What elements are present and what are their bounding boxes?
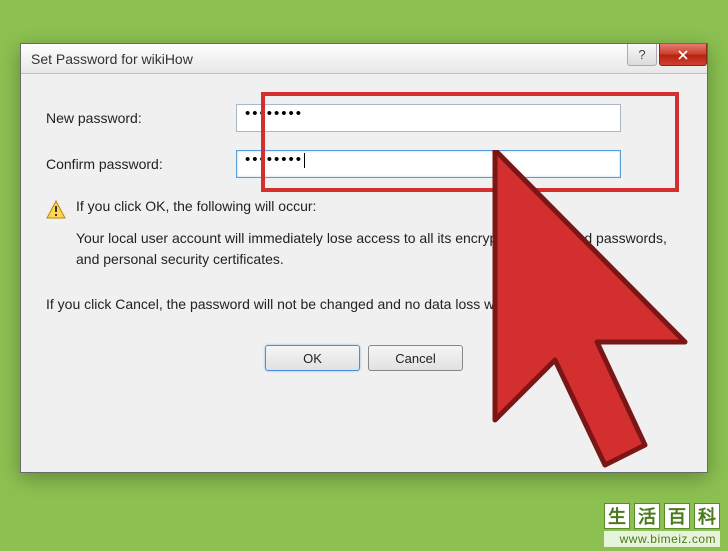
warning-icon bbox=[46, 200, 66, 220]
brand-char-1: 活 bbox=[634, 503, 660, 529]
warning-section: If you click OK, the following will occu… bbox=[46, 198, 682, 315]
close-icon bbox=[678, 50, 688, 60]
warning-cancel-info: If you click Cancel, the password will n… bbox=[46, 294, 682, 315]
watermark: 生 活 百 科 www.bimeiz.com bbox=[604, 503, 720, 547]
titlebar[interactable]: Set Password for wikiHow ? bbox=[21, 44, 707, 74]
new-password-value: •••••••• bbox=[245, 105, 303, 122]
titlebar-buttons: ? bbox=[627, 44, 707, 66]
warning-heading: If you click OK, the following will occu… bbox=[76, 198, 682, 214]
watermark-url: www.bimeiz.com bbox=[604, 531, 720, 547]
new-password-label: New password: bbox=[46, 110, 236, 126]
help-button[interactable]: ? bbox=[627, 44, 657, 66]
brand-char-2: 百 bbox=[664, 503, 690, 529]
confirm-password-label: Confirm password: bbox=[46, 156, 236, 172]
dialog-title: Set Password for wikiHow bbox=[31, 51, 193, 67]
brand-char-3: 科 bbox=[694, 503, 720, 529]
new-password-row: New password: •••••••• bbox=[46, 104, 682, 132]
brand-char-0: 生 bbox=[604, 503, 630, 529]
text-cursor bbox=[304, 153, 305, 168]
password-dialog: Set Password for wikiHow ? New password:… bbox=[20, 43, 708, 473]
button-bar: OK Cancel bbox=[46, 345, 682, 371]
confirm-password-input[interactable]: •••••••• bbox=[236, 150, 621, 178]
cancel-button[interactable]: Cancel bbox=[368, 345, 463, 371]
password-fields-area: New password: •••••••• Confirm password:… bbox=[46, 94, 682, 178]
confirm-password-row: Confirm password: •••••••• bbox=[46, 150, 682, 178]
ok-button-label: OK bbox=[303, 351, 322, 366]
close-button[interactable] bbox=[659, 44, 707, 66]
confirm-password-value: •••••••• bbox=[245, 151, 303, 168]
warning-detail: Your local user account will immediately… bbox=[76, 228, 682, 270]
cancel-button-label: Cancel bbox=[395, 351, 435, 366]
ok-button[interactable]: OK bbox=[265, 345, 360, 371]
new-password-input[interactable]: •••••••• bbox=[236, 104, 621, 132]
dialog-body: New password: •••••••• Confirm password:… bbox=[21, 74, 707, 391]
help-icon: ? bbox=[638, 47, 645, 62]
watermark-brand: 生 活 百 科 bbox=[604, 503, 720, 529]
